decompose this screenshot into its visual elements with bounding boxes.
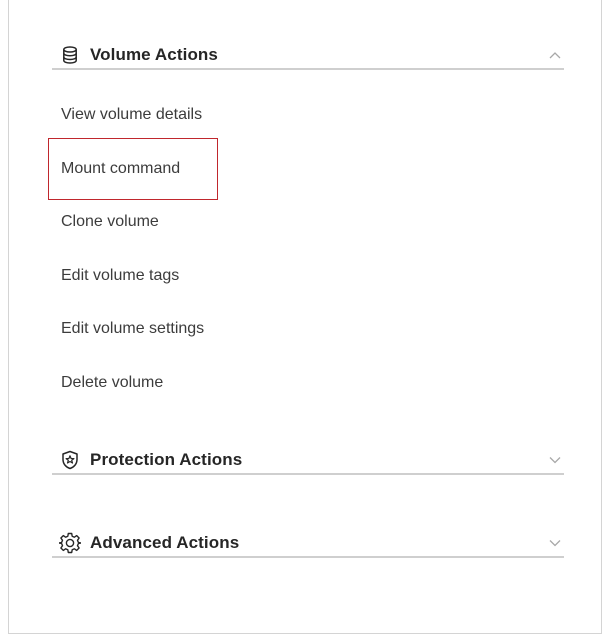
delete-volume-item[interactable]: Delete volume <box>61 373 163 393</box>
edit-volume-tags-item[interactable]: Edit volume tags <box>61 266 179 286</box>
chevron-up-icon[interactable] <box>548 48 562 62</box>
protection-actions-header[interactable]: Protection Actions <box>52 447 564 475</box>
mount-command-highlight <box>48 138 218 200</box>
volume-actions-title: Volume Actions <box>90 45 218 64</box>
edit-volume-settings-item[interactable]: Edit volume settings <box>61 319 204 339</box>
database-icon <box>58 43 82 67</box>
chevron-down-icon[interactable] <box>548 536 562 550</box>
advanced-actions-header[interactable]: Advanced Actions <box>52 530 564 558</box>
protection-actions-title: Protection Actions <box>90 450 243 469</box>
volume-actions-header[interactable]: Volume Actions <box>52 42 564 70</box>
shield-star-icon <box>58 448 82 472</box>
view-volume-details-item[interactable]: View volume details <box>61 105 202 125</box>
clone-volume-item[interactable]: Clone volume <box>61 212 159 232</box>
chevron-down-icon[interactable] <box>548 453 562 467</box>
gear-icon <box>58 531 82 555</box>
advanced-actions-title: Advanced Actions <box>90 533 240 552</box>
